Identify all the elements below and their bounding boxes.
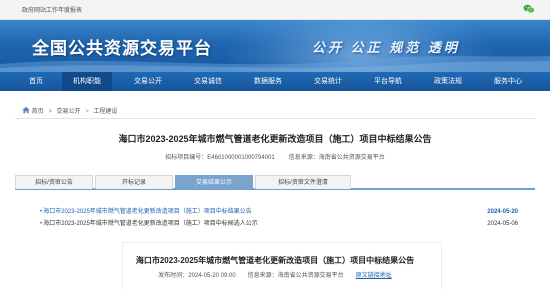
nav-item-trade-stats[interactable]: 交易统计 [300,72,356,91]
annual-report-link[interactable]: 政府网站工作年度报表 [22,5,82,14]
list-item[interactable]: •海口市2023-2025年城市燃气管道老化更新改造项目（施工）项目中标结果公告… [40,206,518,218]
info-source: 信息来源：海南省公共资源交易平台 [288,155,385,161]
tab-opening-record[interactable]: 开标记录 [95,175,173,189]
top-bar: 政府网站工作年度报表 [0,0,550,20]
nav-item-institution[interactable]: 机构职能 [62,72,112,91]
publish-time: 发布时间：2024-05-20 09:00 [158,273,236,279]
breadcrumb-separator: > [48,109,52,115]
tab-bid-notice[interactable]: 招标/资审公告 [15,175,93,189]
nav-item-platform-nav[interactable]: 平台导航 [360,72,416,91]
nav-item-home[interactable]: 首页 [16,72,56,91]
wechat-icon[interactable] [523,4,535,14]
nav-item-trade-credit[interactable]: 交易诚信 [180,72,236,91]
list-item-title[interactable]: 海口市2023-2025年城市燃气管道老化更新改造项目（施工）项目中标结果公告 [43,209,252,215]
notice-tabs: 招标/资审公告 开标记录 交易结果公示 招标/资审文件澄清 [15,175,535,190]
nav-item-service-center[interactable]: 服务中心 [480,72,536,91]
document-title: 海口市2023-2025年城市燃气管道老化更新改造项目（施工）项目中标结果公告 [135,256,415,265]
breadcrumb-home[interactable]: 首页 [32,109,44,115]
list-item[interactable]: •海口市2023-2025年城市燃气管道老化更新改造项目（施工）项目中标候选人公… [40,218,518,230]
document-meta: 发布时间：2024-05-20 09:00 信息来源：海南省公共资源交易平台 原文链… [0,270,550,279]
breadcrumb-separator: > [85,109,89,115]
home-icon [22,106,30,114]
tab-doc-clarification[interactable]: 招标/资审文件澄清 [255,175,351,189]
site-banner: 全国公共资源交易平台 公开 公正 规范 透明 [0,20,550,72]
original-link[interactable]: 原文链接地址 [356,273,392,279]
breadcrumb: 首页 > 交易公开 > 工程建设 [22,106,117,116]
document-source: 信息来源：海南省公共资源交易平台 [247,273,344,279]
nav-item-data-service[interactable]: 数据服务 [240,72,296,91]
page-title: 海口市2023-2025年城市燃气管道老化更新改造项目（施工）项目中标结果公告 [118,134,432,144]
list-item-title[interactable]: 海口市2023-2025年城市燃气管道老化更新改造项目（施工）项目中标候选人公示 [43,221,258,227]
result-list: •海口市2023-2025年城市燃气管道老化更新改造项目（施工）项目中标结果公告… [40,206,518,230]
tab-result-publicity[interactable]: 交易结果公示 [175,175,253,189]
site-title[interactable]: 全国公共资源交易平台 [32,34,212,59]
breadcrumb-divider [15,118,535,119]
site-slogan: 公开 公正 规范 透明 [312,40,460,55]
page-meta: 招标项目编号：E4601000001000794001 信息来源：海南省公共资源交… [0,152,550,161]
nav-item-policy[interactable]: 政策法规 [420,72,476,91]
breadcrumb-engineering[interactable]: 工程建设 [93,109,117,115]
list-item-date: 2024-05-06 [487,221,518,227]
main-nav: 首页 机构职能 交易公开 交易诚信 数据服务 交易统计 平台导航 政策法规 服务… [0,72,550,91]
list-item-date: 2024-05-20 [487,209,518,215]
project-number: 招标项目编号：E4601000001000794001 [165,155,275,161]
breadcrumb-trade-public[interactable]: 交易公开 [57,109,81,115]
nav-item-trade-public[interactable]: 交易公开 [120,72,176,91]
